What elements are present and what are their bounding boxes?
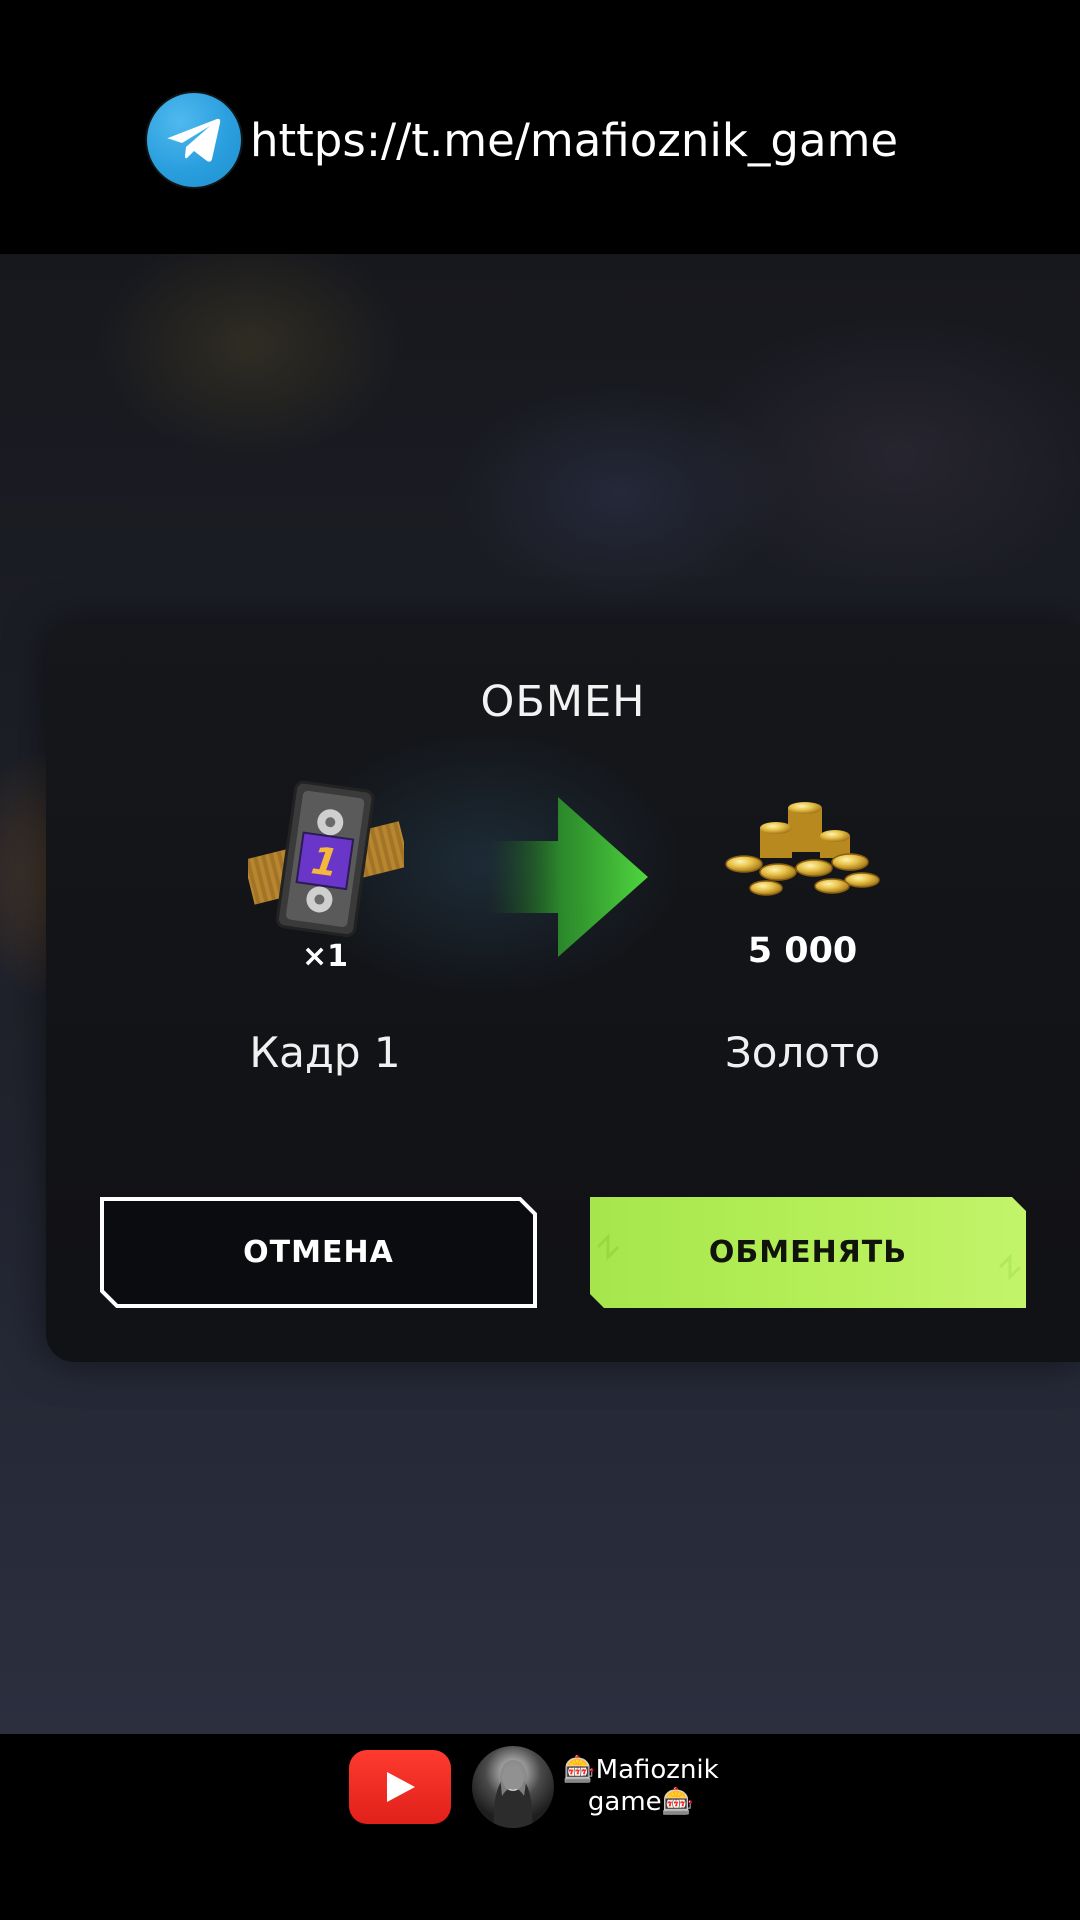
give-item-name: Кадр 1 [249, 1028, 401, 1077]
exchange-button-label: ОБМЕНЯТЬ [708, 1235, 908, 1270]
get-amount: 5 000 [747, 931, 858, 971]
arrow-right-icon [488, 793, 650, 961]
cancel-button[interactable]: ОТМЕНА [100, 1197, 537, 1308]
telegram-link[interactable]: https://t.me/mafioznik_game [250, 112, 898, 170]
telegram-icon[interactable] [147, 93, 241, 187]
channel-avatar[interactable] [472, 1746, 554, 1828]
give-quantity: ×1 [301, 939, 348, 974]
dialog-title: ОБМЕН [480, 677, 646, 727]
youtube-icon[interactable] [349, 1750, 451, 1824]
exchange-button[interactable]: ОБМЕНЯТЬ [590, 1197, 1026, 1308]
gold-coins-icon [722, 800, 882, 900]
get-item-name: Золото [724, 1028, 881, 1077]
channel-name[interactable]: 🎰Mafioznik game🎰 [556, 1754, 726, 1818]
film-cassette-icon: 1 [243, 780, 410, 940]
cancel-button-label: ОТМЕНА [243, 1235, 394, 1270]
top-banner: https://t.me/mafioznik_game [0, 0, 1080, 254]
